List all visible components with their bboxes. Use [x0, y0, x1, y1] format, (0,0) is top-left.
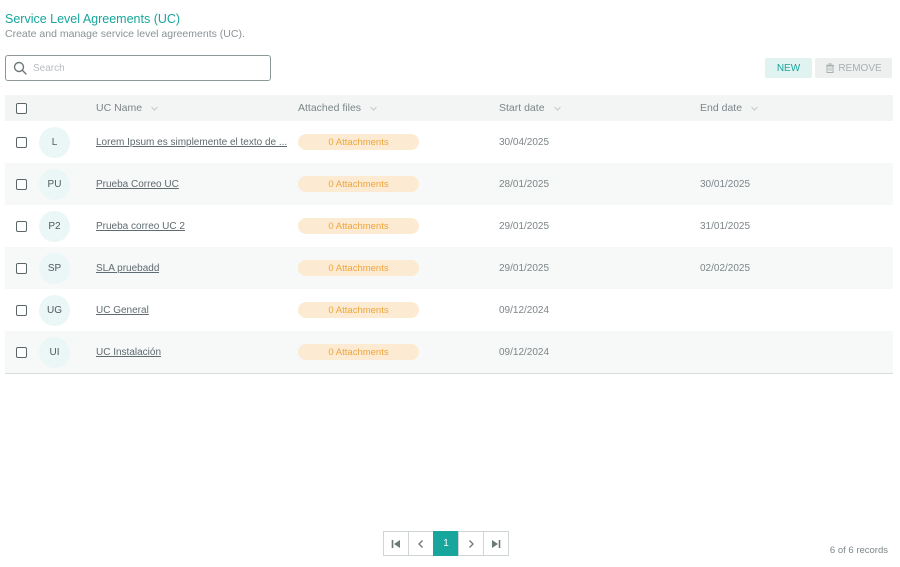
column-files-label: Attached files — [298, 102, 362, 114]
page-header: Service Level Agreements (UC) Create and… — [5, 12, 245, 41]
row-checkbox[interactable] — [16, 346, 27, 358]
search-icon — [13, 61, 27, 75]
search-input[interactable] — [33, 62, 253, 74]
page-title: Service Level Agreements (UC) — [5, 12, 181, 26]
table-row[interactable]: P2 Prueba correo UC 2 0 Attachments 29/0… — [5, 205, 893, 247]
avatar: PU — [39, 168, 70, 200]
last-page-icon — [492, 539, 501, 548]
remove-button-label: REMOVE — [838, 62, 882, 74]
page-button-current[interactable]: 1 — [433, 531, 459, 556]
row-checkbox[interactable] — [16, 262, 27, 274]
attachments-badge[interactable]: 0 Attachments — [298, 260, 419, 276]
start-date: 09/12/2024 — [499, 346, 550, 358]
column-header-files[interactable]: Attached files — [298, 95, 378, 121]
uc-name-link[interactable]: UC General — [96, 305, 149, 316]
row-checkbox[interactable] — [16, 178, 27, 190]
previous-page-button[interactable] — [408, 531, 434, 556]
table-row[interactable]: UG UC General 0 Attachments 09/12/2024 — [5, 289, 893, 331]
column-header-start[interactable]: Start date — [499, 95, 562, 121]
table-row[interactable]: SP SLA pruebadd 0 Attachments 29/01/2025… — [5, 247, 893, 289]
remove-button[interactable]: REMOVE — [815, 58, 892, 78]
avatar: L — [39, 126, 70, 158]
uc-name-link[interactable]: Prueba Correo UC — [96, 179, 179, 190]
uc-name-link[interactable]: SLA pruebadd — [96, 263, 159, 274]
row-checkbox[interactable] — [16, 220, 27, 232]
avatar: UG — [39, 294, 70, 326]
uc-name-link[interactable]: UC Instalación — [96, 347, 161, 358]
table-row[interactable]: UI UC Instalación 0 Attachments 09/12/20… — [5, 331, 893, 373]
start-date: 28/01/2025 — [499, 178, 550, 190]
pagination: 1 — [383, 531, 509, 556]
table-row[interactable]: PU Prueba Correo UC 0 Attachments 28/01/… — [5, 163, 893, 205]
chevron-right-icon — [469, 539, 474, 548]
uc-name-link[interactable]: Prueba correo UC 2 — [96, 221, 185, 232]
avatar: SP — [39, 252, 70, 284]
trash-icon — [826, 63, 835, 73]
chevron-down-icon — [370, 106, 377, 111]
attachments-badge[interactable]: 0 Attachments — [298, 344, 419, 360]
start-date: 09/12/2024 — [499, 304, 550, 316]
attachments-badge[interactable]: 0 Attachments — [298, 176, 419, 192]
start-date: 29/01/2025 — [499, 220, 550, 232]
first-page-button[interactable] — [383, 531, 409, 556]
select-all-checkbox[interactable] — [16, 102, 27, 114]
column-header-end[interactable]: End date — [700, 95, 759, 121]
chevron-down-icon — [553, 106, 561, 111]
column-end-label: End date — [700, 102, 743, 114]
column-name-label: UC Name — [96, 102, 143, 114]
chevron-left-icon — [418, 539, 423, 548]
end-date: 30/01/2025 — [700, 178, 751, 190]
table-row[interactable]: L Lorem Ipsum es simplemente el texto de… — [5, 121, 893, 163]
toolbar: NEW REMOVE — [765, 58, 892, 78]
attachments-badge[interactable]: 0 Attachments — [298, 302, 419, 318]
uc-name-link[interactable]: Lorem Ipsum es simplemente el texto de .… — [96, 137, 287, 148]
row-checkbox[interactable] — [16, 304, 27, 316]
search-box[interactable] — [5, 55, 271, 81]
attachments-badge[interactable]: 0 Attachments — [298, 218, 419, 234]
end-date: 02/02/2025 — [700, 262, 751, 274]
next-page-button[interactable] — [458, 531, 484, 556]
attachments-badge[interactable]: 0 Attachments — [298, 134, 419, 150]
row-checkbox[interactable] — [16, 136, 27, 148]
new-button[interactable]: NEW — [765, 58, 812, 78]
table-header: UC Name Attached files Start date End da… — [5, 95, 893, 121]
start-date: 30/04/2025 — [499, 136, 550, 148]
avatar: UI — [39, 336, 70, 368]
end-date: 31/01/2025 — [700, 220, 751, 232]
column-header-name[interactable]: UC Name — [96, 95, 159, 121]
page-subtitle: Create and manage service level agreemen… — [5, 28, 245, 40]
avatar: P2 — [39, 210, 70, 242]
start-date: 29/01/2025 — [499, 262, 550, 274]
last-page-button[interactable] — [483, 531, 509, 556]
uc-table: UC Name Attached files Start date End da… — [5, 95, 893, 374]
first-page-icon — [391, 539, 400, 548]
column-start-label: Start date — [499, 102, 545, 114]
chevron-down-icon — [751, 106, 758, 111]
records-count: 6 of 6 records — [829, 545, 888, 556]
chevron-down-icon — [151, 106, 158, 111]
